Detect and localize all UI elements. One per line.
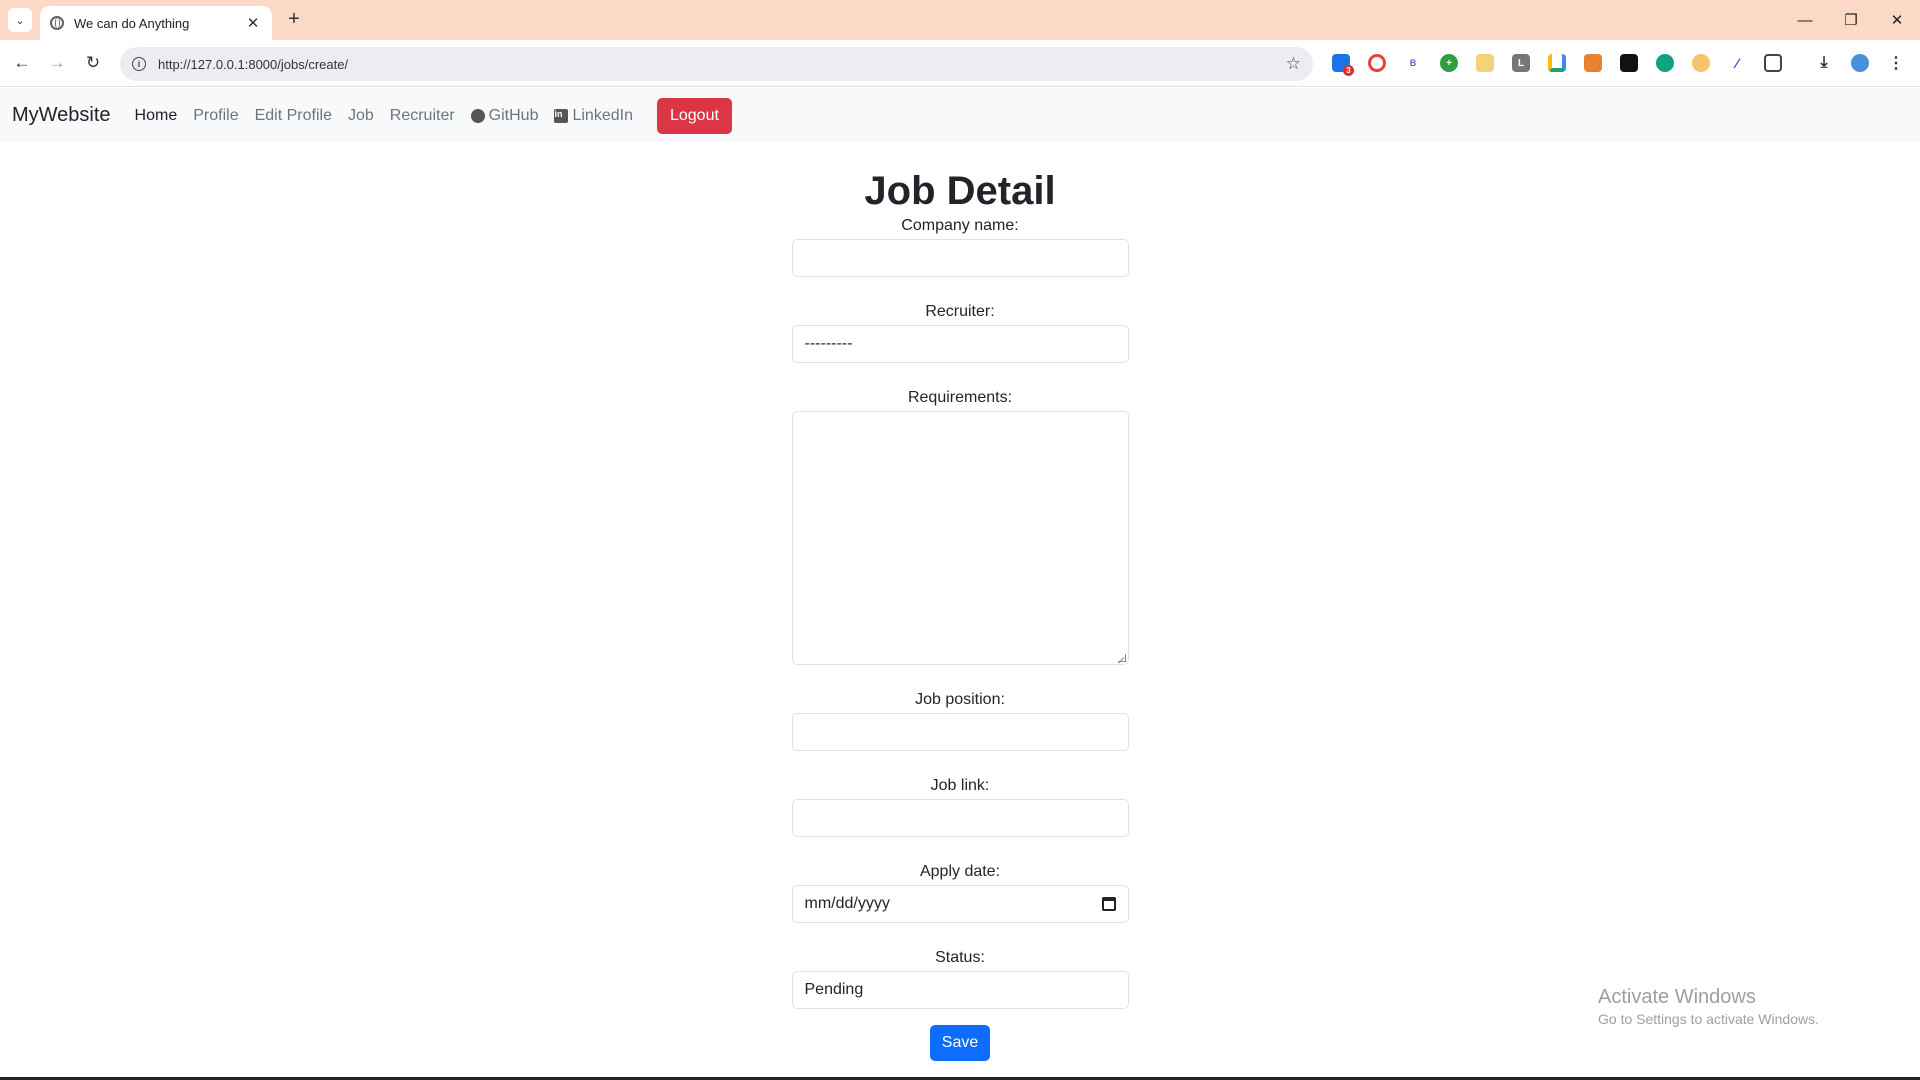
browser-tab[interactable]: We can do Anything ✕: [40, 6, 272, 40]
watermark-subtitle: Go to Settings to activate Windows.: [1598, 1011, 1819, 1027]
download-icon[interactable]: ⤓: [1815, 54, 1833, 72]
extension-icon-5[interactable]: [1476, 54, 1494, 72]
job-position-input[interactable]: [791, 713, 1129, 751]
nav-github-label: GitHub: [488, 106, 539, 124]
tab-title: We can do Anything: [74, 15, 190, 31]
extension-badge: 3: [1343, 65, 1354, 76]
save-button[interactable]: Save: [929, 1025, 991, 1061]
browser-toolbar: ← → ↻ i http://127.0.0.1:8000/jobs/creat…: [0, 40, 1920, 87]
nav-linkedin[interactable]: in LinkedIn: [554, 107, 633, 125]
activate-windows-watermark: Activate Windows Go to Settings to activ…: [1598, 985, 1819, 1029]
status-select[interactable]: Pending: [791, 971, 1129, 1009]
watermark-title: Activate Windows: [1598, 986, 1756, 1008]
recruiter-label: Recruiter:: [925, 303, 995, 320]
job-position-label: Job position:: [915, 691, 1005, 708]
nav-profile[interactable]: Profile: [193, 107, 238, 125]
page-title: Job Detail: [864, 169, 1056, 213]
restore-button[interactable]: ❐: [1828, 0, 1874, 40]
extension-icon-2[interactable]: [1368, 54, 1386, 72]
job-link-input[interactable]: [791, 799, 1129, 837]
site-navbar: MyWebsite Home Profile Edit Profile Job …: [0, 88, 1920, 143]
company-name-label: Company name:: [901, 217, 1019, 234]
brand-link[interactable]: MyWebsite: [12, 104, 111, 127]
back-button[interactable]: ←: [9, 50, 35, 76]
nav-github[interactable]: GitHub: [470, 106, 539, 125]
recruiter-select[interactable]: ---------: [791, 325, 1129, 363]
extension-icon-6[interactable]: L: [1512, 54, 1530, 72]
apply-date-label: Apply date:: [919, 863, 1001, 880]
bookmark-star-icon[interactable]: ☆: [1286, 54, 1301, 74]
nav-linkedin-label: LinkedIn: [572, 106, 633, 124]
job-form: Company name: Recruiter: --------- Requi…: [791, 215, 1129, 1061]
extensions-puzzle-icon[interactable]: [1764, 54, 1782, 72]
pen-icon[interactable]: ⁄: [1728, 54, 1746, 72]
extension-icon-10[interactable]: [1656, 54, 1674, 72]
requirements-label: Requirements:: [907, 389, 1013, 406]
apply-date-input[interactable]: mm/dd/yyyy: [791, 885, 1129, 923]
nav-job[interactable]: Job: [348, 107, 374, 125]
extension-icon-1[interactable]: 3: [1332, 54, 1354, 76]
status-label: Status:: [935, 949, 985, 966]
globe-icon: [50, 16, 64, 30]
new-tab-button[interactable]: +: [282, 8, 306, 32]
extension-icon-3[interactable]: B: [1404, 54, 1422, 72]
nav-recruiter[interactable]: Recruiter: [390, 107, 455, 125]
site-info-icon[interactable]: i: [132, 57, 146, 71]
github-icon: [470, 108, 485, 123]
close-window-button[interactable]: ✕: [1874, 0, 1920, 40]
nav-home[interactable]: Home: [135, 107, 178, 125]
profile-avatar[interactable]: [1851, 54, 1869, 72]
calendar-icon[interactable]: [1101, 897, 1116, 911]
job-link-label: Job link:: [930, 777, 990, 794]
url-text[interactable]: http://127.0.0.1:8000/jobs/create/: [158, 57, 1286, 72]
reload-button[interactable]: ↻: [80, 50, 106, 76]
drive-icon[interactable]: [1548, 54, 1566, 72]
extension-icon-11[interactable]: [1692, 54, 1710, 72]
address-bar[interactable]: i http://127.0.0.1:8000/jobs/create/ ☆: [120, 47, 1313, 81]
resize-handle-icon[interactable]: [1117, 654, 1126, 662]
logout-button[interactable]: Logout: [656, 97, 732, 134]
requirements-textarea[interactable]: [791, 411, 1129, 665]
close-tab-icon[interactable]: ✕: [244, 14, 262, 32]
extension-icon-4[interactable]: +: [1440, 54, 1458, 72]
minimize-button[interactable]: —: [1782, 0, 1828, 40]
extension-icon-8[interactable]: [1584, 54, 1602, 72]
linkedin-icon: in: [554, 108, 569, 123]
apply-date-placeholder: mm/dd/yyyy: [804, 895, 890, 912]
browser-tab-strip: ⌄ We can do Anything ✕ + — ❐ ✕: [0, 0, 1920, 40]
extension-icon-9[interactable]: [1620, 54, 1638, 72]
browser-menu-icon[interactable]: ⋮: [1887, 54, 1905, 72]
nav-edit-profile[interactable]: Edit Profile: [255, 107, 332, 125]
tab-search-button[interactable]: ⌄: [8, 8, 32, 32]
company-name-input[interactable]: [791, 239, 1129, 277]
main-content: Job Detail Company name: Recruiter: ----…: [0, 143, 1920, 1061]
forward-button[interactable]: →: [44, 50, 70, 76]
